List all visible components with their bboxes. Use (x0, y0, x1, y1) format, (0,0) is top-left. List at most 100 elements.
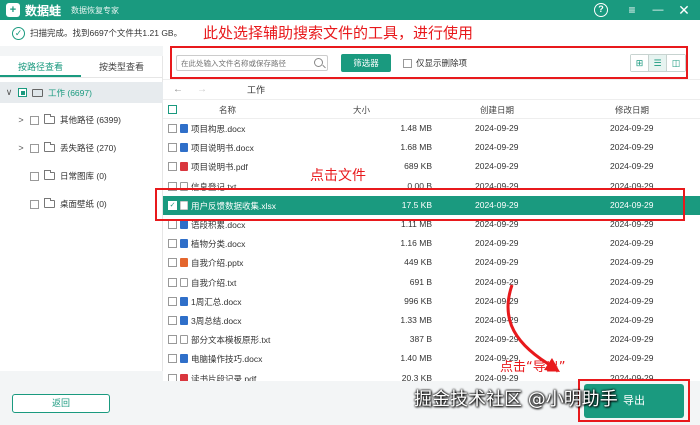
file-modified-date: 2024-09-29 (610, 276, 654, 287)
annotation-toolbar-hint: 此处选择辅助搜索文件的工具，进行使用 (203, 24, 474, 42)
app-logo-icon: + (6, 3, 20, 17)
file-name: 部分文本模板原形.txt (191, 335, 271, 346)
back-arrow-icon[interactable]: ← (169, 84, 187, 95)
file-modified-date: 2024-09-29 (610, 161, 654, 172)
file-name: 电脑操作技巧.docx (191, 354, 263, 365)
tree-root-work[interactable]: ∨ 工作 (6697) (0, 82, 163, 103)
table-row[interactable]: 植物分类.docx 1.16 MB 2024-09-29 2024-09-29 (163, 234, 700, 253)
file-size: 1.48 MB (400, 123, 432, 133)
row-checkbox[interactable] (168, 296, 177, 306)
column-header-created[interactable]: 创建日期 (480, 104, 514, 116)
tree-item-checkbox[interactable] (30, 115, 39, 125)
file-size: 1.68 MB (400, 142, 432, 153)
menu-icon[interactable]: ≡ (624, 2, 640, 18)
file-modified-date: 2024-09-29 (610, 295, 654, 306)
file-name: 读书片段记录.pdf (191, 373, 257, 381)
tree-root-checkbox[interactable] (18, 88, 27, 97)
docx-file-icon (180, 316, 188, 325)
docx-file-icon (180, 124, 188, 133)
row-checkbox[interactable] (168, 354, 177, 364)
tab-by-type[interactable]: 按类型查看 (81, 56, 162, 77)
table-row[interactable]: 项目说明书.pdf 689 KB 2024-09-29 2024-09-29 (163, 157, 700, 176)
forward-arrow-icon[interactable]: → (193, 84, 211, 95)
tree-item-label: 其他路径 (6399) (60, 115, 121, 125)
docx-file-icon (180, 220, 188, 229)
file-name: 自我介绍.txt (191, 277, 237, 288)
row-checkbox[interactable] (168, 373, 177, 381)
file-modified-date: 2024-09-29 (610, 123, 654, 133)
close-icon[interactable]: ✕ (676, 2, 692, 18)
file-size: 691 B (409, 276, 432, 287)
file-modified-date: 2024-09-29 (610, 238, 654, 249)
minimize-icon[interactable]: — (650, 2, 666, 18)
table-row[interactable]: 自我介绍.pptx 449 KB 2024-09-29 2024-09-29 (163, 253, 700, 272)
file-size: 1.40 MB (400, 353, 432, 364)
file-created-date: 2024-09-29 (475, 238, 519, 249)
row-checkbox[interactable] (168, 335, 177, 345)
table-row[interactable]: 自我介绍.txt 691 B 2024-09-29 2024-09-29 (163, 273, 700, 292)
docx-file-icon (180, 296, 188, 306)
row-checkbox[interactable] (168, 220, 177, 229)
tree-item-daily-gallery[interactable]: 日常图库 (0) (0, 166, 163, 186)
file-size: 1.33 MB (400, 315, 432, 325)
annotation-click-export: 点击“导出” (500, 360, 566, 375)
file-created-date: 2024-09-29 (475, 142, 519, 153)
file-modified-date: 2024-09-29 (610, 142, 654, 153)
tree-item-checkbox[interactable] (30, 171, 39, 181)
chevron-right-icon[interactable]: > (16, 115, 26, 125)
annotation-click-file: 点击文件 (310, 168, 366, 184)
file-modified-date: 2024-09-29 (610, 334, 654, 345)
tree-item-checkbox[interactable] (30, 143, 39, 153)
watermark: 掘金技术社区 @小明助手 (414, 389, 618, 410)
scan-status-text: 扫描完成。找到6697个文件共1.21 GB。 (30, 28, 183, 38)
row-checkbox[interactable] (168, 258, 177, 268)
row-checkbox[interactable] (168, 277, 177, 287)
tree-item-label: 日常图库 (0) (60, 171, 107, 181)
file-name: 植物分类.docx (191, 239, 246, 250)
file-size: 387 B (409, 334, 432, 345)
tree-item-checkbox[interactable] (30, 199, 39, 209)
file-modified-date: 2024-09-29 (610, 353, 654, 364)
file-name: 3周总结.docx (191, 316, 242, 326)
docx-file-icon (180, 354, 188, 364)
row-checkbox[interactable] (168, 162, 177, 172)
folder-icon (44, 170, 55, 180)
file-size: 996 KB (404, 295, 432, 306)
row-checkbox[interactable] (168, 239, 177, 249)
tree-root-label: 工作 (6697) (48, 87, 92, 98)
tree-item-other-paths[interactable]: > 其他路径 (6399) (0, 110, 163, 130)
file-size: 449 KB (404, 257, 432, 268)
row-checkbox[interactable] (168, 316, 177, 325)
pdf-file-icon (180, 162, 188, 172)
column-header-modified[interactable]: 修改日期 (615, 104, 649, 116)
column-header-name[interactable]: 名称 (219, 104, 236, 116)
file-size: 689 KB (404, 161, 432, 172)
tree-item-label: 桌面壁纸 (0) (60, 199, 107, 209)
help-icon[interactable]: ? (594, 3, 608, 17)
txt-file-icon (180, 277, 188, 287)
chevron-down-icon[interactable]: ∨ (4, 87, 14, 98)
docx-file-icon (180, 239, 188, 249)
file-size: 20.3 KB (401, 372, 432, 381)
view-mode-tabs: 按路径查看 按类型查看 (0, 56, 162, 78)
select-all-checkbox[interactable] (168, 105, 177, 114)
table-row[interactable]: 电脑操作技巧.docx 1.40 MB 2024-09-29 2024-09-29 (163, 349, 700, 368)
file-name: 项目构思.docx (191, 124, 246, 134)
table-row[interactable]: 3周总结.docx 1.33 MB 2024-09-29 2024-09-29 (163, 311, 700, 330)
table-row[interactable]: 项目说明书.docx 1.68 MB 2024-09-29 2024-09-29 (163, 138, 700, 157)
tab-by-path[interactable]: 按路径查看 (0, 56, 81, 77)
chevron-right-icon[interactable]: > (16, 143, 26, 153)
column-header-size[interactable]: 大小 (353, 104, 370, 116)
annotation-box-selected-row (155, 188, 685, 221)
tree-item-desktop-wallpaper[interactable]: 桌面壁纸 (0) (0, 194, 163, 214)
table-row[interactable]: 项目构思.docx 1.48 MB 2024-09-29 2024-09-29 (163, 119, 700, 138)
row-checkbox[interactable] (168, 143, 177, 153)
back-button[interactable]: 返回 (12, 394, 110, 413)
row-checkbox[interactable] (168, 124, 177, 133)
table-row[interactable]: 部分文本模板原形.txt 387 B 2024-09-29 2024-09-29 (163, 330, 700, 349)
table-row[interactable]: 1周汇总.docx 996 KB 2024-09-29 2024-09-29 (163, 292, 700, 311)
folder-icon (44, 114, 55, 124)
generic-file-icon (180, 335, 188, 345)
file-name: 项目说明书.pdf (191, 162, 248, 173)
tree-item-lost-paths[interactable]: > 丢失路径 (270) (0, 138, 163, 158)
